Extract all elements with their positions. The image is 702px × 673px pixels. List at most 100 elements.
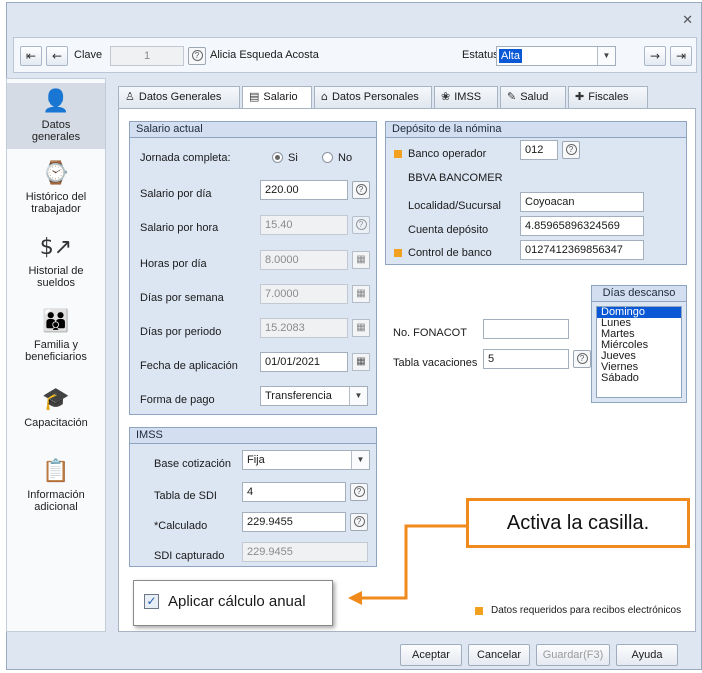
person-icon: 👤 bbox=[42, 89, 70, 114]
banco-operador-input[interactable]: 012 bbox=[520, 140, 558, 160]
jornada-label: Jornada completa: bbox=[140, 152, 231, 164]
sidebar-item-label: trabajador bbox=[31, 203, 81, 215]
salario-dia-help-button[interactable]: ? bbox=[352, 181, 370, 199]
salario-actual-group: Salario actual Jornada completa: Si No S… bbox=[129, 121, 377, 415]
sidebar-item-datos-generales[interactable]: 👤 Datos generales bbox=[7, 83, 105, 149]
list-item[interactable]: Sábado bbox=[597, 373, 681, 384]
calculado-label: *Calculado bbox=[154, 520, 208, 532]
calculator-icon: ▦ bbox=[352, 251, 370, 269]
cuenta-deposito-label: Cuenta depósito bbox=[408, 224, 489, 236]
calculado-input[interactable]: 229.9455 bbox=[242, 512, 346, 532]
tab-salario[interactable]: ▤ Salario bbox=[242, 86, 312, 109]
tab-fiscales[interactable]: ✚ Fiscales bbox=[568, 86, 648, 108]
chevron-down-icon: ▼ bbox=[597, 47, 615, 65]
help-icon: ? bbox=[576, 353, 588, 364]
tab-salud[interactable]: ✎ Salud bbox=[500, 86, 566, 108]
tab-label: Fiscales bbox=[588, 91, 629, 103]
sdi-capturado-label: SDI capturado bbox=[154, 550, 225, 562]
base-cotizacion-label: Base cotización bbox=[154, 458, 232, 470]
sidebar-item-label: Capacitación bbox=[24, 417, 88, 429]
tab-datos-personales[interactable]: ⌂ Datos Personales bbox=[314, 86, 432, 108]
group-title: Depósito de la nómina bbox=[386, 122, 686, 138]
help-icon: ? bbox=[353, 486, 365, 497]
dias-periodo-label: Días por periodo bbox=[140, 326, 222, 338]
clave-field[interactable]: 1 bbox=[110, 46, 184, 66]
fecha-aplicacion-input[interactable]: 01/01/2021 bbox=[260, 352, 348, 372]
radio-label: No bbox=[338, 152, 353, 164]
history-icon: ⌚ bbox=[42, 161, 70, 186]
calculator-icon: ▦ bbox=[352, 285, 370, 303]
ayuda-button[interactable]: Ayuda bbox=[616, 644, 678, 666]
horas-dia-field: 8.0000 bbox=[260, 250, 348, 270]
horas-dia-label: Horas por día bbox=[140, 258, 207, 270]
control-banco-label: Control de banco bbox=[408, 247, 492, 259]
sidebar-item-label: Historial de bbox=[28, 265, 84, 277]
sidebar-item-label: Histórico del bbox=[25, 191, 87, 203]
tabla-vacaciones-input[interactable]: 5 bbox=[483, 349, 569, 369]
sidebar-item-label: generales bbox=[31, 131, 81, 143]
aplicar-calculo-anual-checkbox[interactable]: ✓ bbox=[144, 594, 159, 609]
dias-descanso-listbox[interactable]: Domingo Lunes Martes Miércoles Jueves Vi… bbox=[596, 306, 682, 398]
sidebar-item-historial-sueldos[interactable]: $↗ Historial de sueldos bbox=[7, 235, 105, 295]
person-icon: ♙ bbox=[125, 90, 135, 103]
sidebar-item-capacitacion[interactable]: 🎓 Capacitación bbox=[7, 387, 105, 437]
clave-help-button[interactable]: ? bbox=[188, 47, 206, 65]
forma-pago-label: Forma de pago bbox=[140, 394, 215, 406]
fonacot-label: No. FONACOT bbox=[393, 327, 467, 339]
close-icon[interactable]: ✕ bbox=[682, 13, 693, 28]
help-icon: ? bbox=[191, 50, 203, 61]
tabla-sdi-help-button[interactable]: ? bbox=[350, 483, 368, 501]
calendar-icon[interactable]: ▦ bbox=[352, 353, 370, 371]
sidebar-item-label: Información bbox=[27, 489, 85, 501]
group-title: Días descanso bbox=[592, 286, 686, 302]
next-record-button[interactable]: → bbox=[644, 46, 666, 66]
tab-label: Salario bbox=[263, 91, 298, 103]
guardar-button: Guardar(F3) bbox=[536, 644, 610, 666]
group-title: Salario actual bbox=[130, 122, 376, 138]
jornada-si-radio[interactable] bbox=[272, 152, 283, 163]
health-icon: ✎ bbox=[507, 90, 517, 103]
title-bar: ✕ bbox=[7, 3, 701, 37]
last-record-button[interactable]: ⇥ bbox=[670, 46, 692, 66]
first-record-button[interactable]: ⇤ bbox=[20, 46, 42, 66]
tab-label: IMSS bbox=[454, 91, 482, 103]
localidad-label: Localidad/Sucursal bbox=[408, 200, 501, 212]
required-note: Datos requeridos para recibos electrónic… bbox=[491, 605, 682, 616]
base-cotizacion-select[interactable]: Fija ▼ bbox=[242, 450, 370, 470]
graduation-cap-icon: 🎓 bbox=[42, 387, 70, 412]
salario-dia-input[interactable]: 220.00 bbox=[260, 180, 348, 200]
aceptar-button[interactable]: Aceptar bbox=[400, 644, 462, 666]
sidebar-item-label: beneficiarios bbox=[25, 351, 87, 363]
dias-semana-field: 7.0000 bbox=[260, 284, 348, 304]
prev-record-button[interactable]: ← bbox=[46, 46, 68, 66]
sidebar-item-informacion-adicional[interactable]: 📋 Información adicional bbox=[7, 459, 105, 521]
jornada-no-radio[interactable] bbox=[322, 152, 333, 163]
forma-pago-select[interactable]: Transferencia ▼ bbox=[260, 386, 368, 406]
tab-datos-generales[interactable]: ♙ Datos Generales bbox=[118, 86, 240, 108]
tabla-sdi-input[interactable]: 4 bbox=[242, 482, 346, 502]
calculator-icon: ▦ bbox=[352, 319, 370, 337]
base-cotizacion-value: Fija bbox=[247, 454, 265, 466]
control-banco-input[interactable]: 0127412369856347 bbox=[520, 240, 644, 260]
vacaciones-help-button[interactable]: ? bbox=[573, 350, 591, 368]
fonacot-input[interactable] bbox=[483, 319, 569, 339]
banco-help-button[interactable]: ? bbox=[562, 141, 580, 159]
tab-imss[interactable]: ❀ IMSS bbox=[434, 86, 498, 108]
localidad-input[interactable]: Coyoacan bbox=[520, 192, 644, 212]
required-marker bbox=[475, 607, 483, 615]
sidebar-item-label: sueldos bbox=[37, 277, 75, 289]
salario-hora-field: 15.40 bbox=[260, 215, 348, 235]
estatus-label: Estatus bbox=[462, 49, 499, 61]
estatus-select[interactable]: Alta ▼ bbox=[496, 46, 616, 66]
record-toolbar: ⇤ ← Clave 1 ? Alicia Esqueda Acosta Esta… bbox=[13, 37, 697, 73]
help-icon: ? bbox=[355, 184, 367, 195]
banco-name: BBVA BANCOMER bbox=[408, 172, 503, 184]
cuenta-deposito-input[interactable]: 4.85965896324569 bbox=[520, 216, 644, 236]
sidebar-item-historico[interactable]: ⌚ Histórico del trabajador bbox=[7, 161, 105, 221]
estatus-value: Alta bbox=[499, 49, 522, 63]
cancelar-button[interactable]: Cancelar bbox=[468, 644, 530, 666]
radio-label: Si bbox=[288, 152, 298, 164]
sidebar-item-familia[interactable]: 👪 Familia y beneficiarios bbox=[7, 309, 105, 371]
aplicar-calculo-anual-label: Aplicar cálculo anual bbox=[168, 593, 306, 610]
chevron-down-icon: ▼ bbox=[351, 451, 369, 469]
